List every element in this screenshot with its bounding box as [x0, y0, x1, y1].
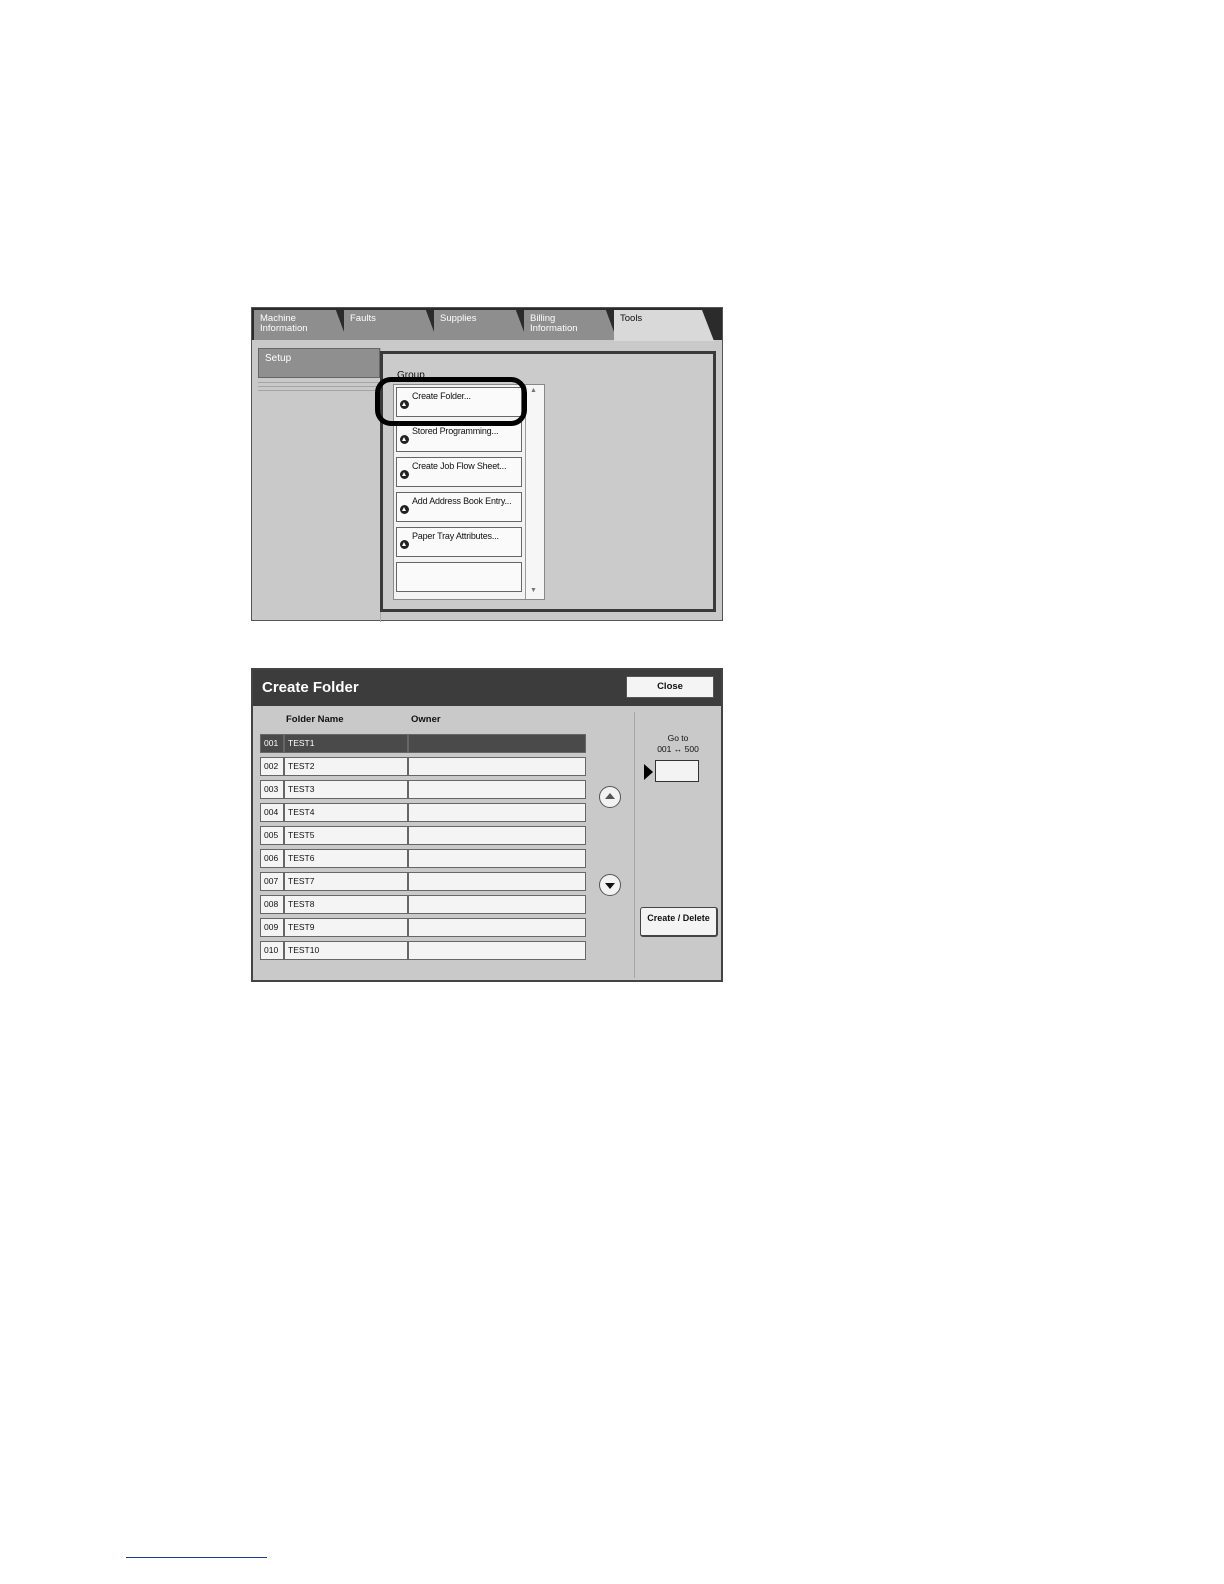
triangle-icon — [400, 470, 409, 479]
row-owner — [408, 918, 586, 937]
tools-screen: Machine Information Faults Supplies Bill… — [251, 307, 723, 622]
list-item-label: Add Address Book Entry... — [412, 496, 512, 506]
goto-input[interactable] — [655, 760, 699, 782]
list-item-label: Create Job Flow Sheet... — [412, 461, 507, 471]
sidebar-divider — [258, 382, 380, 383]
row-number: 002 — [260, 757, 284, 776]
triangle-icon — [400, 540, 409, 549]
goto-label: Go to 001 ↔ 500 — [645, 733, 711, 755]
column-header-owner: Owner — [411, 714, 441, 725]
row-number: 005 — [260, 826, 284, 845]
table-row[interactable]: 004 TEST4 — [260, 803, 586, 822]
row-folder-name: TEST8 — [284, 895, 408, 914]
tab-billing-information[interactable]: Billing Information — [524, 310, 617, 340]
row-number: 007 — [260, 872, 284, 891]
row-owner — [408, 734, 586, 753]
column-header-folder-name: Folder Name — [286, 714, 344, 725]
scroll-up-button[interactable] — [599, 786, 621, 808]
tab-bar: Machine Information Faults Supplies Bill… — [252, 308, 722, 341]
table-row[interactable]: 001 TEST1 — [260, 734, 586, 753]
table-row[interactable]: 002 TEST2 — [260, 757, 586, 776]
row-folder-name: TEST4 — [284, 803, 408, 822]
sidebar: Setup — [258, 348, 381, 622]
pointer-arrow-icon — [644, 764, 653, 780]
row-folder-name: TEST10 — [284, 941, 408, 960]
list-item-add-address-book-entry[interactable]: Add Address Book Entry... — [396, 492, 522, 522]
table-row[interactable]: 009 TEST9 — [260, 918, 586, 937]
table-row[interactable]: 005 TEST5 — [260, 826, 586, 845]
list-item-label: Stored Programming... — [412, 426, 499, 436]
divider — [634, 712, 635, 978]
title-bar: Create Folder Close — [253, 670, 721, 706]
row-number: 009 — [260, 918, 284, 937]
row-folder-name: TEST2 — [284, 757, 408, 776]
scrollbar[interactable]: ▲ ▼ — [525, 385, 544, 599]
chevron-down-icon — [605, 883, 615, 889]
row-owner — [408, 803, 586, 822]
row-owner — [408, 895, 586, 914]
list-item-empty[interactable] — [396, 562, 522, 592]
row-number: 010 — [260, 941, 284, 960]
row-number: 008 — [260, 895, 284, 914]
row-folder-name: TEST5 — [284, 826, 408, 845]
row-owner — [408, 757, 586, 776]
table-row[interactable]: 010 TEST10 — [260, 941, 586, 960]
tab-machine-information[interactable]: Machine Information — [254, 310, 347, 340]
create-folder-screen: Create Folder Close Folder Name Owner 00… — [251, 668, 723, 982]
list-item-stored-programming[interactable]: Stored Programming... — [396, 422, 522, 452]
goto-title: Go to — [667, 733, 689, 743]
table-row[interactable]: 007 TEST7 — [260, 872, 586, 891]
scroll-up-icon[interactable]: ▲ — [530, 387, 537, 394]
tab-supplies[interactable]: Supplies — [434, 310, 527, 340]
triangle-icon — [400, 400, 409, 409]
row-owner — [408, 872, 586, 891]
chevron-up-icon — [605, 793, 615, 799]
scroll-down-icon[interactable]: ▼ — [530, 587, 537, 594]
row-folder-name: TEST7 — [284, 872, 408, 891]
list-item-label: Create Folder... — [412, 391, 471, 401]
row-number: 001 — [260, 734, 284, 753]
table-row[interactable]: 003 TEST3 — [260, 780, 586, 799]
sidebar-item-setup[interactable]: Setup — [258, 348, 380, 378]
triangle-icon — [400, 505, 409, 514]
triangle-icon — [400, 435, 409, 444]
screen-title: Create Folder — [262, 679, 359, 696]
create-delete-button[interactable]: Create / Delete — [640, 907, 718, 937]
goto-range: 001 ↔ 500 — [657, 744, 699, 754]
tab-faults[interactable]: Faults — [344, 310, 437, 340]
row-owner — [408, 941, 586, 960]
table-row[interactable]: 008 TEST8 — [260, 895, 586, 914]
row-folder-name: TEST3 — [284, 780, 408, 799]
row-number: 006 — [260, 849, 284, 868]
group-label: Group — [397, 370, 425, 381]
group-panel: Group Create Folder... Stored Programmin… — [380, 351, 716, 612]
row-folder-name: TEST9 — [284, 918, 408, 937]
row-owner — [408, 849, 586, 868]
list-item-paper-tray-attributes[interactable]: Paper Tray Attributes... — [396, 527, 522, 557]
row-number: 003 — [260, 780, 284, 799]
row-owner — [408, 780, 586, 799]
tab-tools[interactable]: Tools — [614, 310, 714, 341]
row-folder-name: TEST1 — [284, 734, 408, 753]
close-button[interactable]: Close — [626, 676, 714, 698]
list-item-create-job-flow-sheet[interactable]: Create Job Flow Sheet... — [396, 457, 522, 487]
row-number: 004 — [260, 803, 284, 822]
footnote-rule — [126, 1557, 267, 1558]
row-owner — [408, 826, 586, 845]
sidebar-divider — [258, 390, 380, 391]
group-list: Create Folder... Stored Programming... C… — [393, 384, 545, 600]
list-item-label: Paper Tray Attributes... — [412, 531, 499, 541]
scroll-down-button[interactable] — [599, 874, 621, 896]
row-folder-name: TEST6 — [284, 849, 408, 868]
table-row[interactable]: 006 TEST6 — [260, 849, 586, 868]
sidebar-divider — [258, 386, 380, 387]
list-item-create-folder[interactable]: Create Folder... — [396, 387, 522, 417]
